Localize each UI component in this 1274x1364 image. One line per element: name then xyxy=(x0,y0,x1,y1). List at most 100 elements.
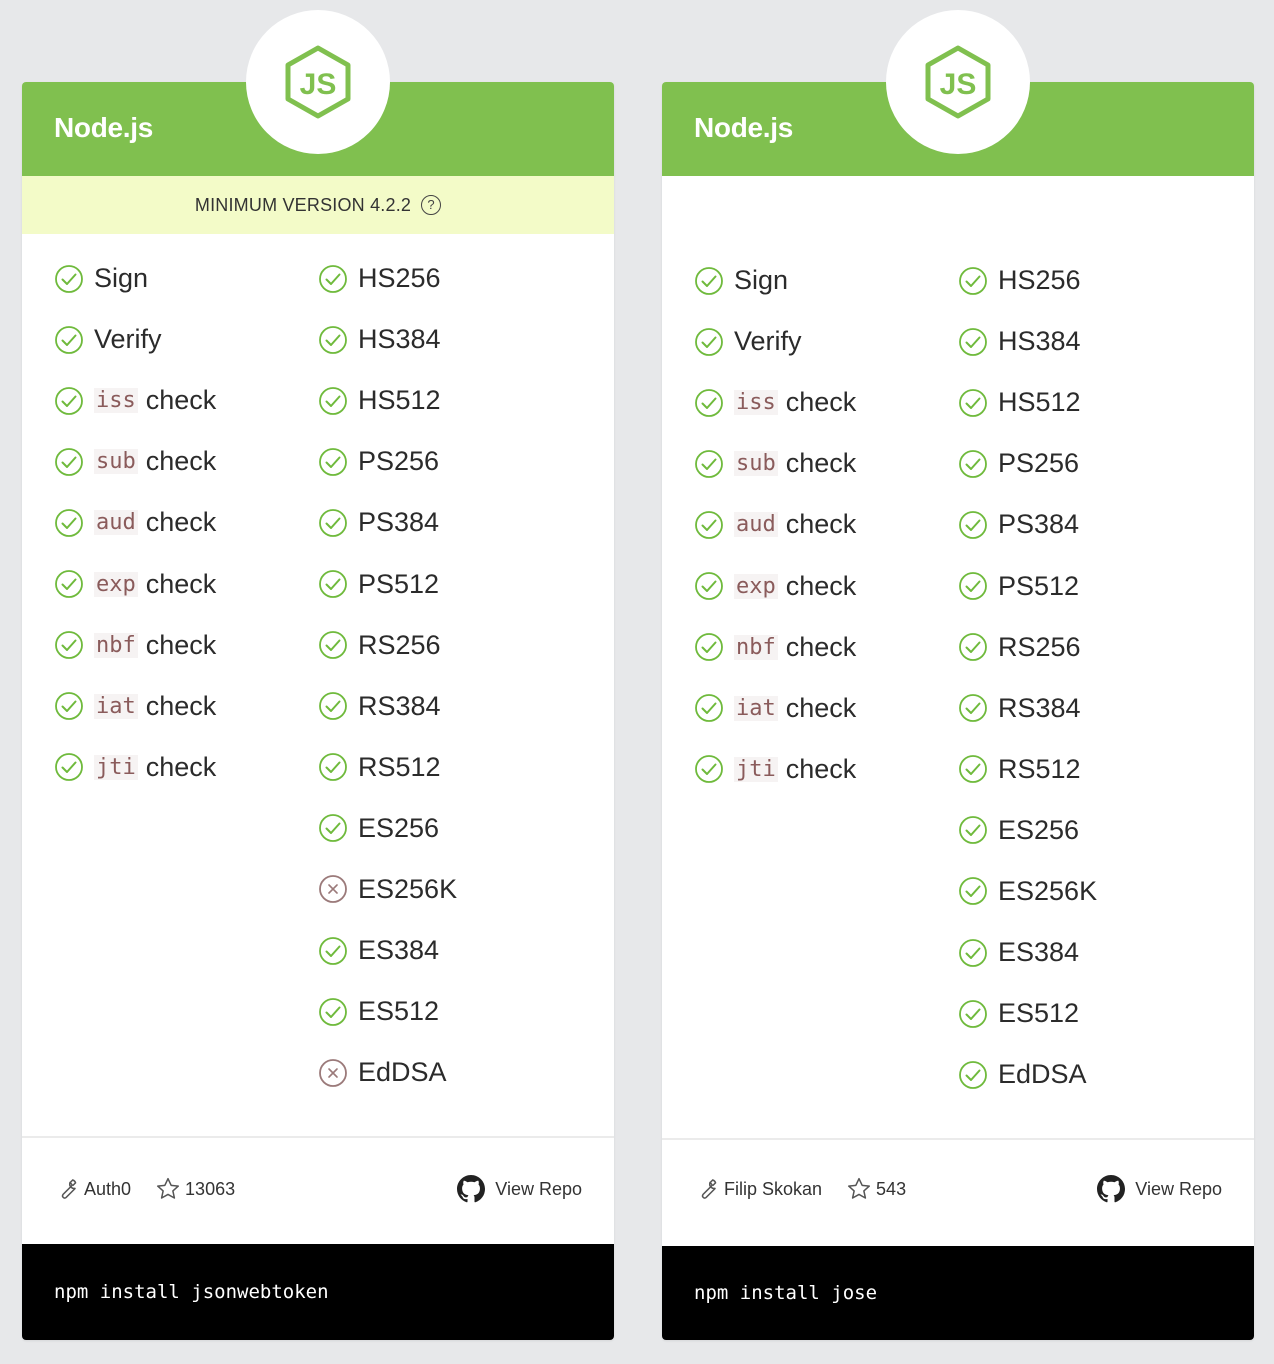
check-circle-icon xyxy=(54,629,86,661)
check-circle-icon xyxy=(318,935,350,967)
stars: 543 xyxy=(846,1176,906,1202)
card-header: Node.js JS xyxy=(662,10,1254,176)
algorithm-label: ES512 xyxy=(998,998,1080,1029)
algorithm-label: RS256 xyxy=(358,629,441,660)
check-circle-icon xyxy=(318,996,350,1028)
algorithm-label: HS512 xyxy=(998,387,1081,418)
feature-label: check xyxy=(785,570,857,601)
check-circle-icon xyxy=(318,263,350,295)
feature-label: check xyxy=(785,387,857,418)
algorithm-label: PS512 xyxy=(358,568,440,599)
check-circle-icon xyxy=(694,265,726,297)
help-icon[interactable]: ? xyxy=(421,195,442,215)
view-repo-label: View Repo xyxy=(1135,1178,1222,1199)
author-name: Auth0 xyxy=(84,1178,132,1199)
install-command-text: npm install jsonwebtoken xyxy=(54,1281,329,1303)
star-count: 543 xyxy=(876,1178,907,1199)
algorithm-item: ES256 xyxy=(318,798,548,859)
feature-label: check xyxy=(145,751,217,782)
check-circle-icon xyxy=(54,568,86,600)
check-circle-icon xyxy=(958,631,990,663)
algorithm-item: PS512 xyxy=(318,553,548,614)
algorithm-label: ES256 xyxy=(358,812,440,843)
check-circle-icon xyxy=(958,753,990,785)
feature-item: iss check xyxy=(54,370,284,431)
algorithm-item: EdDSA xyxy=(958,1044,1188,1105)
check-circle-icon xyxy=(318,446,350,478)
check-circle-icon xyxy=(958,692,990,724)
claim-code: iss xyxy=(734,390,778,416)
feature-label: check xyxy=(145,507,217,538)
library-card: Node.js JS Sign Verify iss check sub check aud… xyxy=(662,10,1254,1340)
x-circle-icon xyxy=(318,873,350,905)
algorithm-label: ES256K xyxy=(998,875,1098,906)
algorithm-item: RS384 xyxy=(318,676,548,737)
check-circle-icon xyxy=(54,507,86,539)
check-circle-icon xyxy=(694,570,726,602)
feature-label: Verify xyxy=(94,324,162,355)
feature-item: Sign xyxy=(694,250,924,311)
view-repo-label: View Repo xyxy=(495,1178,582,1199)
feature-item: Verify xyxy=(54,309,284,370)
claim-code: nbf xyxy=(734,634,778,660)
x-circle-icon xyxy=(318,1057,350,1089)
check-circle-icon xyxy=(694,387,726,419)
algorithm-item: HS512 xyxy=(318,370,548,431)
algorithm-list: HS256 HS384 HS512 PS256 PS384 PS512 RS256 RS384… xyxy=(318,248,548,1103)
feature-item: iat check xyxy=(694,678,924,739)
github-icon xyxy=(1097,1175,1126,1203)
algorithm-item: EdDSA xyxy=(318,1042,548,1103)
algorithm-item: RS384 xyxy=(958,678,1188,739)
feature-item: Sign xyxy=(54,248,284,309)
check-circle-icon xyxy=(54,385,86,417)
algorithm-item: PS256 xyxy=(958,433,1188,494)
claim-code: jti xyxy=(94,754,138,780)
card-title: Node.js xyxy=(54,112,154,143)
algorithm-item: ES256 xyxy=(958,800,1188,861)
algorithm-item: ES384 xyxy=(318,920,548,981)
check-circle-icon xyxy=(318,385,350,417)
algorithm-item: RS256 xyxy=(318,615,548,676)
feature-label: check xyxy=(145,446,217,477)
check-circle-icon xyxy=(958,937,990,969)
install-command[interactable]: npm install jose xyxy=(662,1246,1254,1340)
feature-label: check xyxy=(145,385,217,416)
algorithm-label: EdDSA xyxy=(358,1057,447,1088)
feature-label: check xyxy=(785,631,857,662)
claim-code: sub xyxy=(94,449,138,475)
algorithm-item: ES512 xyxy=(958,983,1188,1044)
check-circle-icon xyxy=(958,875,990,907)
algorithm-list: HS256 HS384 HS512 PS256 PS384 PS512 RS256 RS384… xyxy=(958,250,1188,1105)
feature-label: check xyxy=(785,692,857,723)
algorithm-label: HS256 xyxy=(358,263,441,294)
install-command[interactable]: npm install jsonwebtoken xyxy=(22,1244,614,1340)
check-circle-icon xyxy=(318,324,350,356)
minimum-version-text: MINIMUM VERSION 4.2.2 xyxy=(194,194,412,215)
check-circle-icon xyxy=(694,448,726,480)
algorithm-label: ES384 xyxy=(358,935,440,966)
algorithm-item: PS256 xyxy=(318,431,548,492)
algorithm-label: ES384 xyxy=(998,937,1080,968)
algorithm-item: HS512 xyxy=(958,372,1188,433)
check-circle-icon xyxy=(958,998,990,1030)
algorithm-label: RS512 xyxy=(358,751,441,782)
feature-item: iat check xyxy=(54,676,284,737)
claim-code: exp xyxy=(734,573,778,599)
algorithm-item: RS512 xyxy=(318,737,548,798)
claim-code: iss xyxy=(94,388,138,414)
view-repo-link[interactable]: View Repo xyxy=(457,1175,582,1203)
feature-item: jti check xyxy=(694,739,924,800)
claim-code: iat xyxy=(734,695,778,721)
star-icon xyxy=(156,1177,180,1199)
feature-label: check xyxy=(785,753,857,784)
algorithm-item: PS512 xyxy=(958,555,1188,616)
check-circle-icon xyxy=(958,1059,990,1091)
check-circle-icon xyxy=(318,507,350,539)
algorithm-item: ES256K xyxy=(318,859,548,920)
check-circle-icon xyxy=(694,692,726,724)
algorithm-item: HS256 xyxy=(958,250,1188,311)
view-repo-link[interactable]: View Repo xyxy=(1097,1175,1222,1203)
feature-label: Sign xyxy=(734,265,789,296)
feature-list: Sign Verify iss check sub check aud check exp che… xyxy=(694,250,924,800)
check-circle-icon xyxy=(318,690,350,722)
